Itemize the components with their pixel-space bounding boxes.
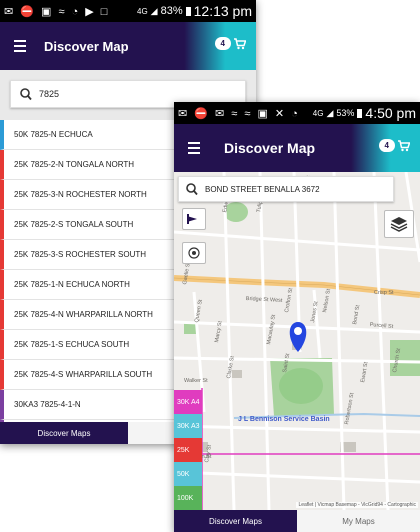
- cart-icon: [398, 139, 410, 151]
- app-title: Discover Map: [44, 38, 129, 54]
- legend-item-scale[interactable]: 100K: [174, 486, 202, 510]
- legend-item-scale[interactable]: 25K: [174, 438, 202, 462]
- pen-tool-button[interactable]: [182, 208, 206, 230]
- cart-button[interactable]: 4: [214, 37, 246, 50]
- oval-field: [279, 368, 323, 404]
- status-bar: ✉ ⛔ ▣ ≈ ◔ ▶ □ 4G ◢ 83% 12:13 pm: [0, 0, 256, 22]
- tab-discover-maps[interactable]: Discover Maps: [0, 422, 128, 444]
- layers-button[interactable]: [384, 210, 414, 238]
- clock: 4:50 pm: [365, 105, 416, 121]
- network-type: 4G: [137, 6, 148, 16]
- legend-item-scale[interactable]: 30K A4: [174, 390, 202, 414]
- street-label: Walker St: [184, 378, 208, 384]
- clock: 12:13 pm: [193, 3, 252, 19]
- battery-icon: [357, 108, 363, 118]
- search-input[interactable]: BOND STREET BENALLA 3672: [178, 176, 394, 202]
- my-location-button[interactable]: [182, 242, 206, 264]
- crosshair-icon: [188, 247, 200, 259]
- search-value: 7825: [39, 89, 60, 99]
- signal-icon: ◢: [326, 107, 334, 118]
- legend-item-scale[interactable]: 50K: [174, 462, 202, 486]
- battery-percent: 83%: [160, 5, 183, 17]
- legend-item-scale[interactable]: 30K A3: [174, 414, 202, 438]
- search-icon: [20, 88, 32, 101]
- map-building: [232, 370, 242, 378]
- app-bar: Discover Map 4: [174, 124, 420, 172]
- cart-count-badge: 4: [214, 37, 231, 50]
- phone-screen-map: ✉ ⛔ ✉ ≈ ≈ ▣ ✕ ◔ 4G ◢ 53% 4:50 pm Discove…: [174, 102, 420, 532]
- notification-icons: ✉ ⛔ ▣ ≈ ◔ ▶ □: [4, 5, 110, 18]
- pen-tool-icon: [187, 214, 197, 224]
- cart-count-badge: 4: [378, 139, 395, 152]
- layers-icon: [390, 217, 408, 232]
- app-bar: Discover Map 4: [0, 22, 256, 70]
- place-label: J L Bennison Service Basin: [238, 416, 330, 423]
- tab-my-maps[interactable]: My Maps: [297, 510, 420, 532]
- menu-icon[interactable]: [0, 22, 34, 70]
- signal-icon: ◢: [150, 5, 158, 16]
- cart-icon: [234, 37, 246, 49]
- map-attribution: Leaflet | Vicmap Basemap - VicGrid94 - C…: [296, 502, 418, 508]
- menu-icon[interactable]: [174, 124, 208, 172]
- tab-discover-maps[interactable]: Discover Maps: [174, 510, 297, 532]
- street-label: Crisp St: [374, 290, 394, 296]
- app-title: Discover Map: [224, 140, 316, 156]
- battery-icon: [185, 6, 191, 16]
- notification-icons: ✉ ⛔ ✉ ≈ ≈ ▣ ✕ ◔: [178, 107, 300, 120]
- network-type: 4G: [312, 108, 324, 118]
- status-bar: ✉ ⛔ ✉ ≈ ≈ ▣ ✕ ◔ 4G ◢ 53% 4:50 pm: [174, 102, 420, 124]
- map-view[interactable]: Bridge St West Crofton St Purcell St Walker…: [174, 172, 420, 510]
- battery-percent: 53%: [336, 108, 355, 118]
- search-icon: [186, 183, 198, 196]
- search-value: BOND STREET BENALLA 3672: [205, 184, 320, 194]
- cart-button[interactable]: 4: [378, 139, 410, 152]
- bottom-navigation: Discover Maps My Maps: [174, 510, 420, 532]
